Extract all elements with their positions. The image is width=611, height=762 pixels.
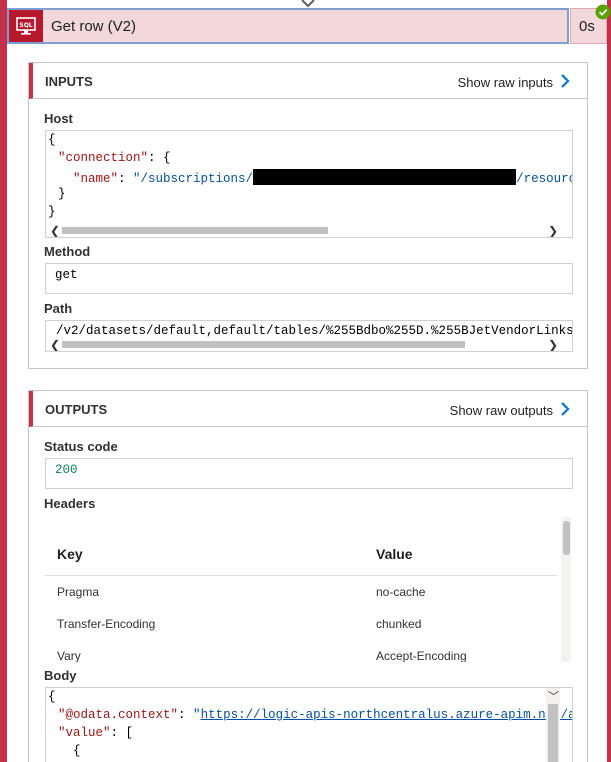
method-value: get: [55, 268, 78, 282]
method-box[interactable]: get: [45, 263, 573, 294]
path-label: Path: [44, 301, 73, 316]
method-label: Method: [44, 244, 91, 259]
code-string: "/subscriptions/: [133, 172, 254, 186]
scroll-left-icon[interactable]: ❮: [50, 338, 60, 351]
code-punct: : {: [148, 151, 171, 165]
sql-server-icon: SQL: [9, 10, 43, 42]
header-key: Transfer-Encoding: [57, 617, 156, 631]
scrollbar-thumb[interactable]: [563, 521, 570, 555]
duration-label: 0s: [579, 18, 595, 35]
header-value: Accept-Encoding: [376, 649, 467, 662]
scroll-left-icon[interactable]: ❮: [50, 224, 60, 237]
scroll-up-icon[interactable]: ﹀: [548, 688, 559, 704]
body-label: Body: [44, 668, 77, 683]
scroll-right-icon[interactable]: ❯: [548, 338, 558, 351]
path-box[interactable]: /v2/datasets/default,default/tables/%255…: [45, 320, 573, 352]
code-key: "name": [73, 172, 119, 186]
code-punct: :: [118, 172, 134, 186]
headers-table: Key Value Pragma no-cache Transfer-Encod…: [45, 517, 585, 662]
code-punct: : [: [110, 726, 134, 740]
code-brace: }: [48, 205, 56, 219]
host-code-box[interactable]: { "connection": { "name": "/subscription…: [45, 130, 573, 238]
code-key: "value": [58, 726, 111, 740]
success-check-icon: [595, 4, 611, 20]
scrollbar-thumb[interactable]: [548, 704, 558, 762]
code-brace: {: [73, 744, 81, 758]
key-column-header: Key: [57, 546, 83, 562]
value-column-header: Value: [376, 546, 413, 562]
scrollbar-thumb[interactable]: [62, 227, 328, 234]
body-code-box[interactable]: { "@odata.context": "https://logic-apis-…: [45, 687, 573, 762]
header-key: Vary: [57, 649, 81, 662]
chevron-right-icon[interactable]: [559, 73, 571, 89]
header-value: chunked: [376, 617, 422, 631]
code-string: ": [193, 708, 201, 722]
status-code-value: 200: [55, 463, 78, 477]
code-brace: {: [48, 690, 56, 704]
show-raw-outputs-link[interactable]: Show raw outputs: [450, 403, 553, 418]
odata-context-link[interactable]: https://logic-apis-northcentralus.azure-…: [201, 708, 572, 722]
inputs-title: INPUTS: [45, 74, 93, 89]
header-key: Pragma: [57, 585, 100, 599]
headers-vertical-scrollbar[interactable]: [561, 517, 571, 662]
status-code-label: Status code: [44, 439, 118, 454]
path-value: /v2/datasets/default,default/tables/%255…: [56, 324, 573, 338]
horizontal-scrollbar[interactable]: ❮ ❯: [46, 337, 572, 351]
code-key: "@odata.context": [58, 708, 179, 722]
code-string: /resourc: [516, 172, 573, 186]
show-raw-inputs-link[interactable]: Show raw inputs: [458, 75, 553, 90]
header-value: no-cache: [376, 585, 426, 599]
outputs-title: OUTPUTS: [45, 402, 108, 417]
code-brace: }: [58, 187, 66, 201]
code-punct: :: [178, 708, 194, 722]
horizontal-scrollbar[interactable]: ❮ ❯: [46, 223, 572, 237]
connector-arrow-icon: [301, 0, 315, 8]
scrollbar-thumb[interactable]: [62, 341, 465, 348]
outputs-section: OUTPUTS Show raw outputs Status code 200…: [28, 390, 588, 762]
code-brace: {: [48, 133, 56, 147]
header-divider: [45, 575, 557, 576]
action-header[interactable]: SQL Get row (V2): [7, 8, 569, 44]
scroll-right-icon[interactable]: ❯: [548, 224, 558, 237]
host-label: Host: [44, 111, 73, 126]
outputs-header: OUTPUTS Show raw outputs: [29, 391, 587, 427]
svg-text:SQL: SQL: [19, 22, 32, 29]
status-code-box[interactable]: 200: [45, 458, 573, 489]
body-vertical-scrollbar[interactable]: ﹀: [546, 688, 560, 762]
inputs-header: INPUTS Show raw inputs: [29, 63, 587, 99]
headers-label: Headers: [44, 496, 96, 511]
code-key: "connection": [58, 151, 149, 165]
action-title: Get row (V2): [51, 18, 137, 35]
redacted-block: [253, 169, 517, 185]
inputs-section: INPUTS Show raw inputs Host { "connectio…: [28, 62, 588, 369]
chevron-right-icon[interactable]: [559, 401, 571, 417]
